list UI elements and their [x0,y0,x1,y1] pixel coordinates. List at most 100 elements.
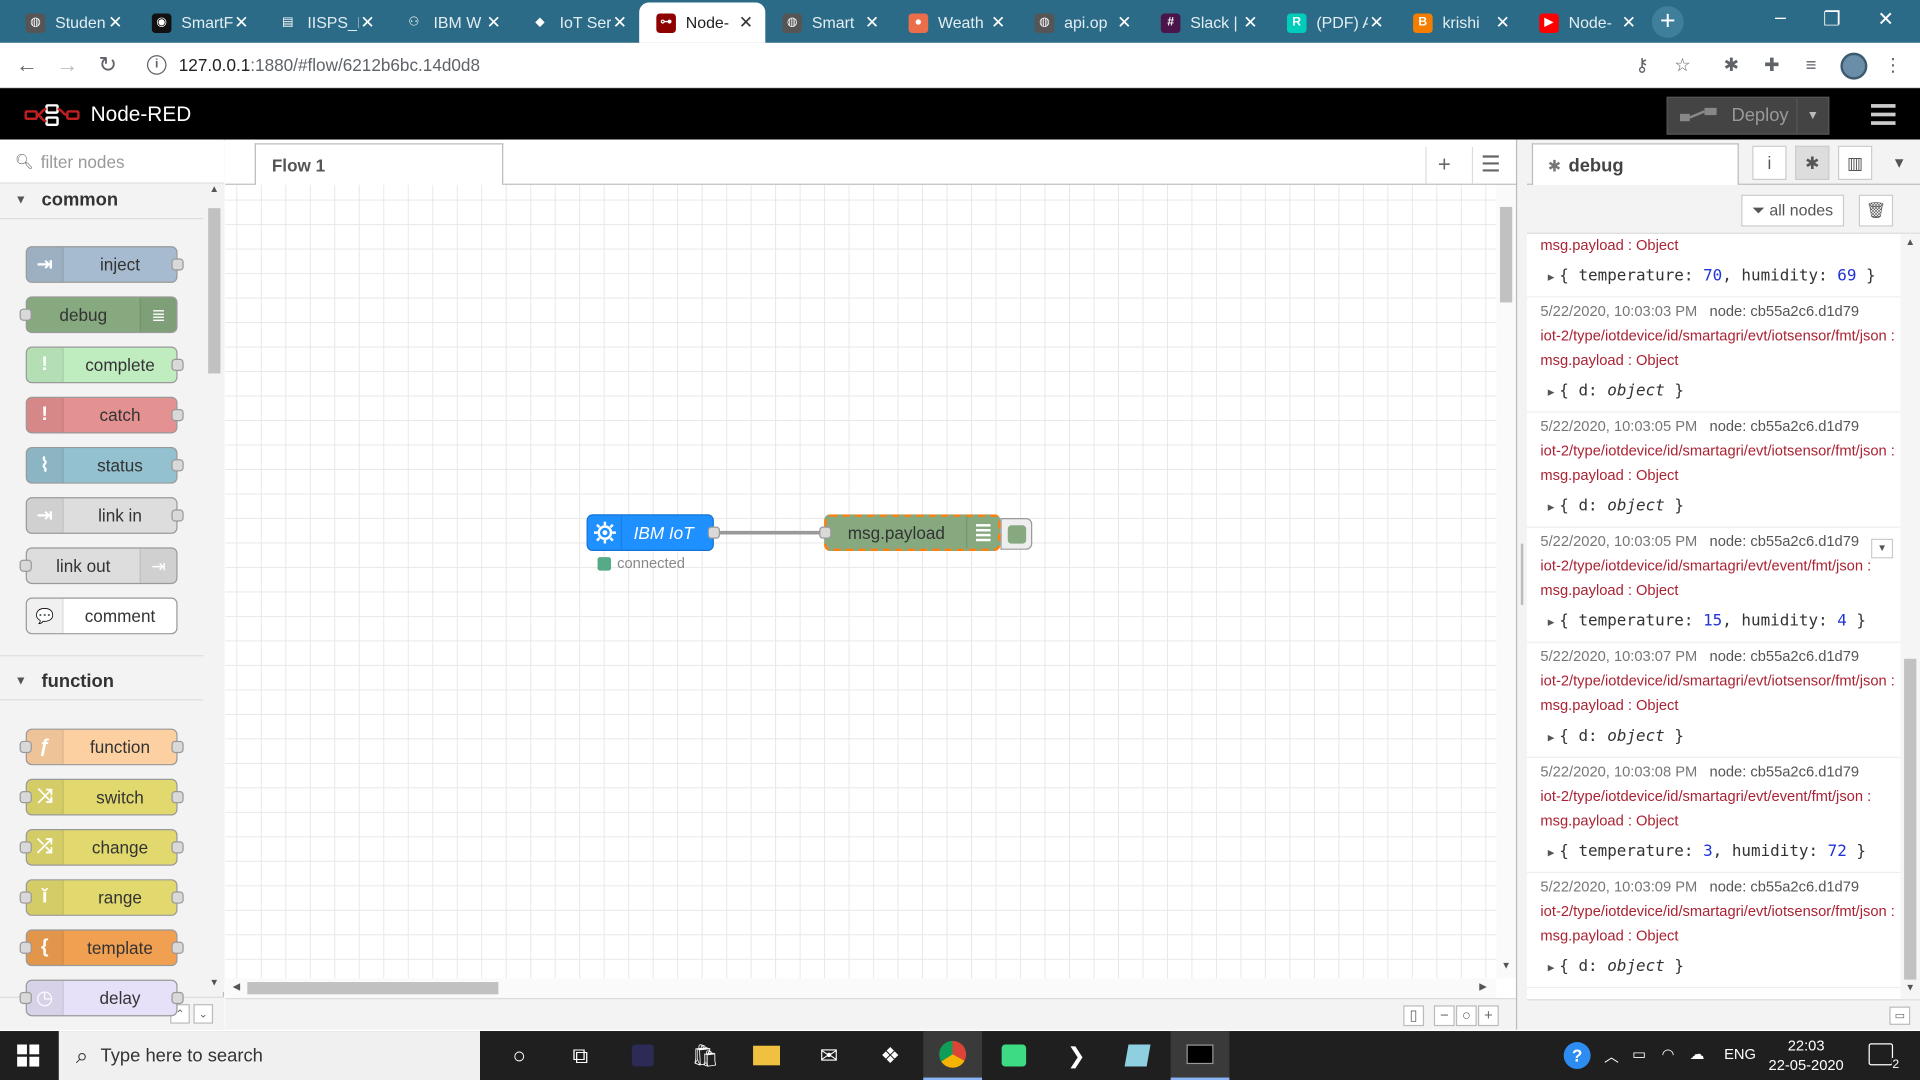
message-payload[interactable]: ▶ { d: object } [1540,948,1900,987]
main-menu-icon[interactable] [1871,104,1896,130]
file-explorer-icon[interactable] [737,1031,796,1080]
palette-node-complete[interactable]: ! complete [25,346,184,384]
debug-message[interactable]: 5/22/2020, 10:03:07 PM node: cb55a2c6.d1d… [1526,644,1901,758]
message-payload[interactable]: ▶ { temperature: 3, humidity: 72 } [1540,833,1900,872]
add-flow-icon[interactable]: + [1425,146,1462,184]
close-tab-icon[interactable]: ✕ [739,12,753,33]
palette-node-function[interactable]: ƒ function [19,728,184,766]
palette-node-status[interactable]: ⌇ status [25,446,184,484]
expand-triangle-icon[interactable]: ▶ [1548,387,1555,399]
debug-scroll-thumb[interactable] [1904,658,1917,980]
expand-triangle-icon[interactable]: ▶ [1548,962,1555,974]
browser-tab[interactable]: ◍ Studen ✕ [9,2,135,42]
palette-node-change[interactable]: ⤮ change [19,828,184,866]
new-tab-button[interactable]: + [1651,6,1684,38]
debug-scrollbar[interactable]: ▲ ▼ [1900,233,1920,1000]
debug-message[interactable]: 5/22/2020, 10:03:03 PM node: cb55a2c6.d1d… [1526,299,1901,413]
browser-tab[interactable]: ▤ IISPS_II✕ [261,2,387,42]
browser-tab[interactable]: ◆ IoT Ser ✕ [513,2,639,42]
mail-icon[interactable]: ✉ [800,1031,859,1080]
zoom-in-icon[interactable]: + [1477,1005,1499,1027]
palette-node-debug[interactable]: debug ≣ [19,296,178,334]
palette-node-link-out[interactable]: link out ⇥ [19,547,178,585]
flow-list-icon[interactable]: ☰ [1471,146,1509,184]
message-node-id[interactable]: node: cb55a2c6.d1d79 [1710,302,1860,319]
site-info-icon[interactable]: i [146,55,167,75]
tab-debug[interactable]: ✱ debug [1531,143,1739,187]
close-tab-icon[interactable]: ✕ [1369,12,1383,33]
debug-toggle-button[interactable] [1000,517,1033,550]
notepad-icon[interactable] [1108,1031,1167,1080]
sidebar-separator[interactable] [1515,139,1527,1030]
close-tab-icon[interactable]: ✕ [486,12,500,33]
message-options-chevron-icon[interactable]: ▼ [1871,538,1894,559]
message-payload[interactable]: ▶ { d: object } [1540,487,1900,526]
close-tab-icon[interactable]: ✕ [613,12,627,33]
canvas-hscroll-thumb[interactable] [247,982,499,995]
debug-message[interactable]: 5/22/2020, 10:03:09 PM node: cb55a2c6.d1d… [1526,874,1901,989]
chrome-menu-icon[interactable]: ⋮ [1882,55,1904,77]
close-tab-icon[interactable]: ✕ [1243,12,1257,33]
system-clock[interactable]: 22:03 22-05-2020 [1763,1036,1849,1075]
ibm-iot-node[interactable]: IBM IoT [586,514,721,552]
app-icon[interactable] [613,1031,672,1080]
battery-icon[interactable]: ▭ [1632,1046,1646,1063]
palette-node-inject[interactable]: ⇥ inject [25,246,184,283]
message-payload[interactable]: ▶ { temperature: 70, humidity: 69 } [1540,257,1900,296]
expand-triangle-icon[interactable]: ▶ [1548,732,1555,744]
terminal-icon[interactable] [1170,1031,1230,1080]
palette-node-comment[interactable]: 💬 comment [25,597,178,635]
wifi-icon[interactable]: ◠ [1662,1046,1675,1063]
clear-messages-trash-icon[interactable]: 🗑︎ [1858,194,1894,227]
message-node-id[interactable]: node: cb55a2c6.d1d79 [1710,648,1860,665]
info-tab-icon[interactable]: i [1752,145,1787,181]
palette-scrollbar[interactable]: ▲ ▼ [204,183,225,992]
close-tab-icon[interactable]: ✕ [360,12,374,33]
android-studio-icon[interactable] [984,1031,1043,1080]
chrome-icon[interactable] [923,1031,983,1080]
chevron-up-icon[interactable]: ︿ [1604,1046,1619,1067]
close-tab-icon[interactable]: ✕ [865,12,879,33]
back-icon[interactable]: ← [12,51,41,80]
close-tab-icon[interactable]: ✕ [1622,12,1636,33]
input-port[interactable] [819,526,832,539]
canvas-horizontal-scrollbar[interactable]: ◀ ▶ [225,978,1497,998]
expand-triangle-icon[interactable]: ▶ [1548,272,1555,284]
profile-avatar[interactable] [1840,52,1868,80]
debug-message[interactable]: iot-2/type/iotdevice/id/smartagri/evt/ev… [1526,234,1901,298]
bookmark-star-icon[interactable]: ☆ [1671,55,1693,77]
message-payload[interactable]: ▶ { d: object } [1540,372,1900,411]
browser-tab[interactable]: ◉ SmartF ✕ [135,2,261,42]
message-node-id[interactable]: node: cb55a2c6.d1d79 [1710,878,1860,895]
open-window-icon[interactable]: ▭ [1889,1006,1911,1025]
task-view-icon[interactable]: ⧉ [551,1031,610,1080]
browser-tab[interactable]: ◍ api.op ✕ [1018,2,1144,42]
sidebar-menu-chevron-icon[interactable]: ▾ [1882,146,1916,180]
browser-tab[interactable]: ⚇ IBM W ✕ [387,2,513,42]
browser-tab[interactable]: R (PDF) A ✕ [1270,2,1396,42]
palette-filter-input[interactable]: 🔍︎ filter nodes [0,139,225,184]
debug-message-list[interactable]: iot-2/type/iotdevice/id/smartagri/evt/ev… [1526,234,1901,999]
extension-bug-icon[interactable]: ✱ [1720,55,1742,77]
deploy-button[interactable]: Deploy ▼ [1666,96,1830,135]
browser-tab[interactable]: ▶ Node- ✕ [1522,2,1648,42]
palette-node-catch[interactable]: ! catch [25,396,184,434]
notification-icon[interactable]: 2 [1868,1043,1900,1072]
close-tab-icon[interactable]: ✕ [1495,12,1509,33]
output-port[interactable] [707,526,721,539]
message-node-id[interactable]: node: cb55a2c6.d1d79 [1710,418,1860,435]
message-payload[interactable]: ▶ { d: object } [1540,718,1900,757]
close-tab-icon[interactable]: ✕ [1117,12,1131,33]
dashboard-tab-icon[interactable]: ▥ [1837,145,1873,181]
category-common[interactable]: ▼ common [0,181,203,218]
zoom-reset-icon[interactable]: ○ [1455,1005,1477,1027]
reload-icon[interactable]: ↻ [93,51,122,80]
expand-triangle-icon[interactable]: ▶ [1548,502,1555,514]
message-node-id[interactable]: node: cb55a2c6.d1d79 [1710,533,1860,550]
category-function[interactable]: ▼ function [0,662,203,699]
expand-all-icon[interactable]: ⌄ [193,1004,214,1024]
debug-node[interactable]: msg.payload [819,514,1001,552]
close-tab-icon[interactable]: ✕ [234,12,248,33]
key-icon[interactable]: ⚷ [1631,55,1653,77]
language-indicator[interactable]: ENG [1724,1046,1756,1063]
